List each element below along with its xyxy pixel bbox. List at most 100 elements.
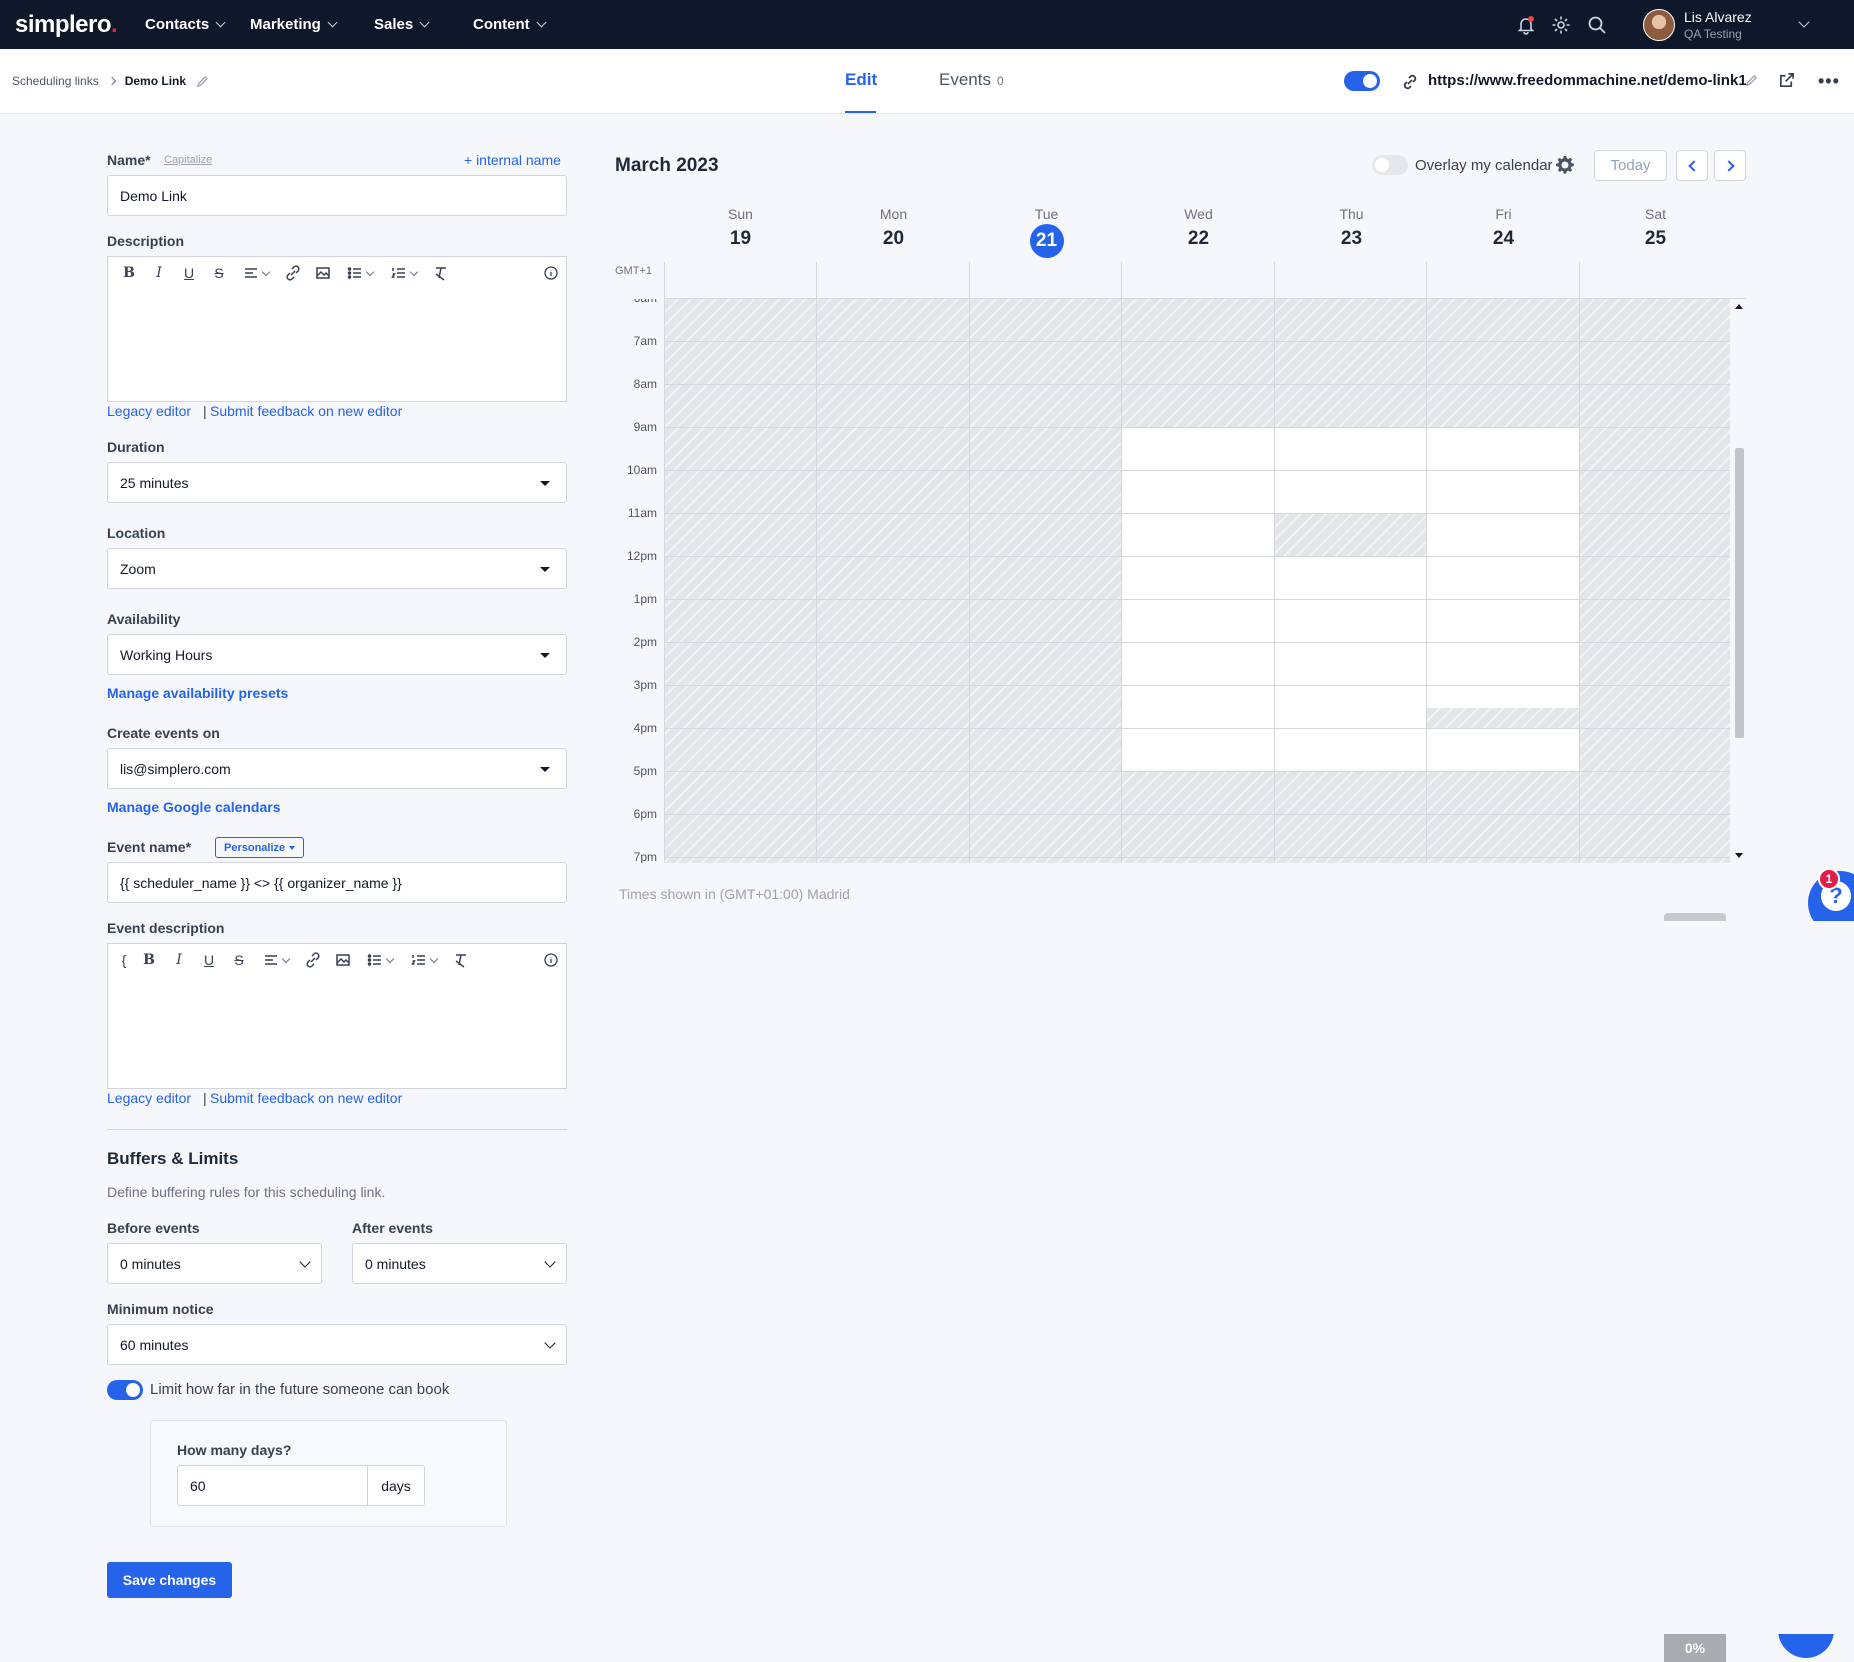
manage-google-calendars-link[interactable]: Manage Google calendars: [107, 799, 281, 815]
bullet-list-icon[interactable]: [358, 952, 402, 968]
event-name-input[interactable]: {{ scheduler_name }} <> {{ organizer_nam…: [107, 862, 567, 903]
minimum-notice-select[interactable]: 60 minutes: [107, 1324, 567, 1365]
before-events-label: Before events: [107, 1220, 200, 1236]
legacy-editor-link[interactable]: Legacy editor: [107, 1090, 191, 1106]
personalize-button[interactable]: Personalize: [215, 837, 305, 858]
user-info[interactable]: Lis Alvarez QA Testing: [1684, 9, 1752, 41]
chevron-down-icon: [544, 1336, 556, 1349]
help-button[interactable]: [1778, 1634, 1834, 1658]
day-header-fri: Fri 24: [1492, 206, 1515, 249]
simplero-logo[interactable]: simplero.: [15, 11, 118, 39]
tab-active-indicator: [845, 111, 876, 113]
italic-icon[interactable]: I: [144, 265, 174, 281]
strikethrough-icon[interactable]: S: [204, 265, 234, 281]
manage-availability-presets-link[interactable]: Manage availability presets: [107, 685, 288, 701]
event-description-editor[interactable]: { B I U S: [107, 943, 567, 1089]
chevron-down-icon: [215, 17, 226, 28]
after-events-select[interactable]: 0 minutes: [352, 1243, 567, 1284]
image-icon[interactable]: [328, 952, 358, 968]
days-input[interactable]: 60: [177, 1465, 368, 1506]
scroll-down-arrow-icon[interactable]: [1735, 853, 1743, 858]
submit-feedback-link[interactable]: Submit feedback on new editor: [210, 403, 402, 419]
nav-marketing[interactable]: Marketing: [250, 16, 338, 33]
strikethrough-icon[interactable]: S: [224, 952, 254, 968]
italic-icon[interactable]: I: [164, 952, 194, 968]
clear-format-icon[interactable]: [446, 952, 476, 968]
align-icon[interactable]: [234, 265, 278, 281]
legacy-editor-link[interactable]: Legacy editor: [107, 403, 191, 419]
unavailable-block: [664, 299, 1730, 428]
link-icon[interactable]: [278, 265, 308, 281]
breadcrumb-parent[interactable]: Scheduling links: [12, 74, 99, 88]
section-divider: [107, 1129, 567, 1130]
nav-contacts[interactable]: Contacts: [145, 16, 226, 33]
gear-icon[interactable]: [1550, 14, 1572, 36]
numbered-list-icon[interactable]: [382, 265, 426, 281]
save-changes-button[interactable]: Save changes: [107, 1562, 232, 1598]
link-icon[interactable]: [298, 952, 328, 968]
tab-events[interactable]: Events 0: [939, 70, 1004, 90]
today-button[interactable]: Today: [1594, 150, 1667, 181]
limit-future-toggle[interactable]: [107, 1380, 143, 1405]
hour-label: 3pm: [633, 678, 657, 692]
hour-label: 8am: [633, 377, 657, 391]
description-editor[interactable]: B I U S: [107, 256, 567, 402]
link-icon: [1400, 72, 1420, 97]
submit-feedback-link[interactable]: Submit feedback on new editor: [210, 1090, 402, 1106]
hour-label: 9am: [633, 420, 657, 434]
bell-icon[interactable]: [1515, 14, 1537, 36]
chevron-right-icon: [1722, 159, 1735, 172]
image-icon[interactable]: [308, 265, 338, 281]
scheduling-link-url[interactable]: https://www.freedommachine.net/demo-link…: [1428, 72, 1747, 89]
capitalize-link[interactable]: Capitalize: [164, 154, 212, 166]
description-label: Description: [107, 233, 185, 249]
underline-icon[interactable]: U: [174, 265, 204, 281]
variable-brace-button[interactable]: {: [114, 952, 134, 968]
nav-content[interactable]: Content: [473, 16, 547, 33]
hour-labels: 6am 7am 8am 9am 10am 11am 12pm 1pm 2pm 3…: [600, 299, 657, 863]
scroll-up-arrow-icon[interactable]: [1735, 304, 1743, 309]
calendar-month-title: March 2023: [615, 155, 719, 176]
search-icon[interactable]: [1586, 14, 1608, 36]
unavailable-block: [664, 428, 1121, 772]
next-week-button[interactable]: [1714, 150, 1746, 181]
bold-icon[interactable]: B: [114, 265, 144, 281]
pencil-icon[interactable]: [1745, 74, 1758, 92]
more-options-icon[interactable]: •••: [1818, 71, 1840, 92]
gear-icon[interactable]: [1555, 155, 1575, 180]
link-active-toggle[interactable]: [1344, 71, 1380, 96]
info-icon[interactable]: [536, 952, 566, 968]
before-events-select[interactable]: 0 minutes: [107, 1243, 322, 1284]
calendar-scrollbar[interactable]: [1733, 300, 1745, 864]
nav-sales[interactable]: Sales: [374, 16, 430, 33]
clear-format-icon[interactable]: [426, 265, 456, 281]
avatar[interactable]: [1643, 9, 1675, 41]
event-name-label: Event name*: [107, 839, 192, 855]
calendar-week-grid[interactable]: [664, 299, 1730, 863]
day-header-wed: Wed 22: [1184, 206, 1213, 249]
overlay-calendar-toggle[interactable]: [1372, 155, 1408, 180]
bold-icon[interactable]: B: [134, 952, 164, 968]
add-internal-name-link[interactable]: + internal name: [464, 152, 561, 168]
duration-label: Duration: [107, 439, 165, 455]
day-header-tue: Tue 21: [970, 206, 1123, 258]
chevron-down-icon[interactable]: [1798, 16, 1810, 28]
chevron-down-icon: [327, 17, 338, 28]
prev-week-button[interactable]: [1676, 150, 1708, 181]
create-events-select[interactable]: lis@simplero.com: [107, 748, 567, 789]
info-icon[interactable]: [536, 265, 566, 281]
days-unit: days: [367, 1465, 425, 1506]
align-icon[interactable]: [254, 952, 298, 968]
duration-select[interactable]: 25 minutes: [107, 462, 567, 503]
underline-icon[interactable]: U: [194, 952, 224, 968]
name-input[interactable]: Demo Link: [107, 175, 567, 216]
external-link-icon[interactable]: [1777, 71, 1796, 95]
numbered-list-icon[interactable]: [402, 952, 446, 968]
pencil-icon[interactable]: [196, 75, 209, 88]
day-header-thu: Thu 23: [1339, 206, 1364, 249]
tab-edit[interactable]: Edit: [845, 70, 877, 90]
bullet-list-icon[interactable]: [338, 265, 382, 281]
scrollbar-thumb[interactable]: [1735, 448, 1744, 738]
availability-select[interactable]: Working Hours: [107, 634, 567, 675]
location-select[interactable]: Zoom: [107, 548, 567, 589]
